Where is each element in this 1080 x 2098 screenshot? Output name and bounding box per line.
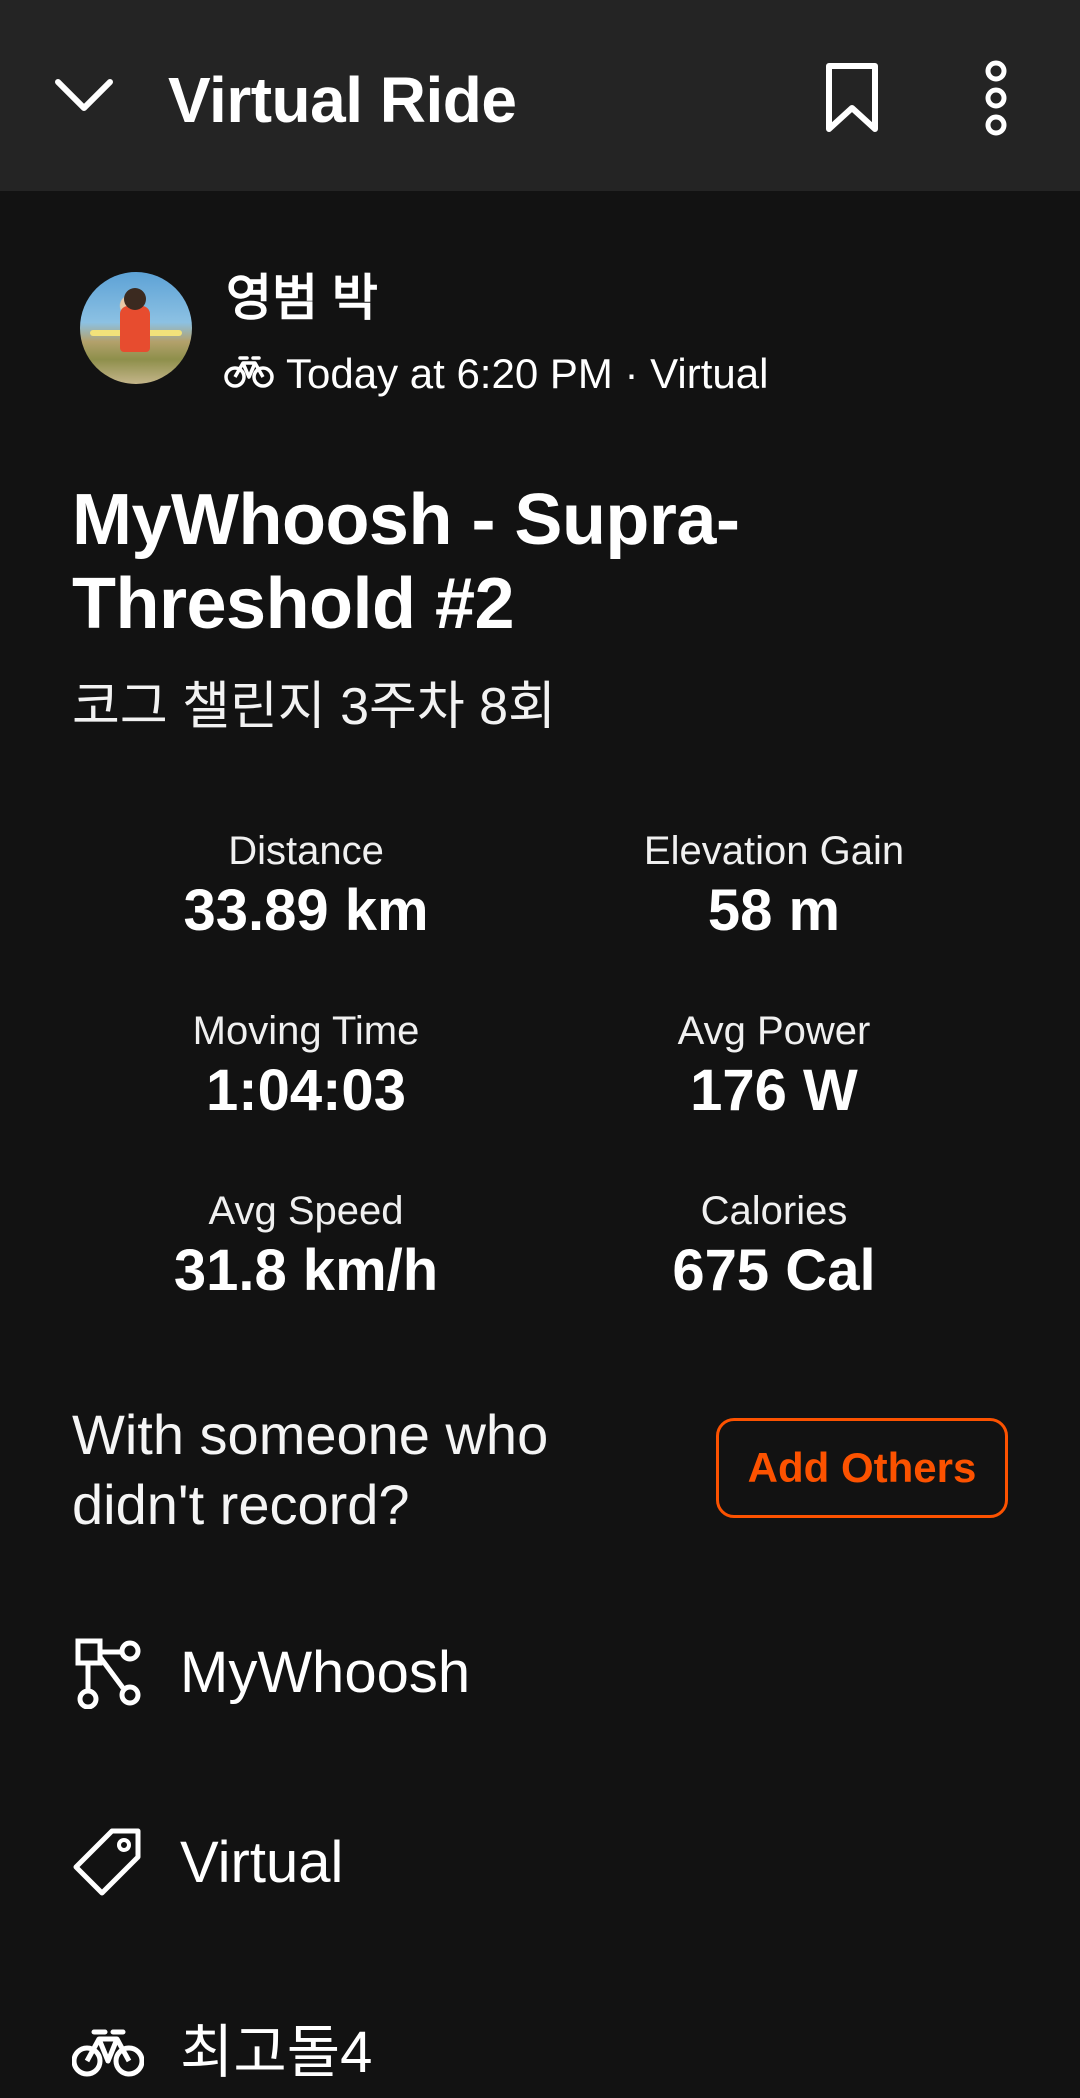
avatar-detail [124, 288, 146, 310]
bookmark-icon[interactable] [812, 56, 892, 140]
detail-item-tag[interactable]: Virtual [72, 1818, 343, 1908]
bike-icon [72, 2017, 144, 2089]
more-vertical-icon[interactable] [956, 56, 1036, 140]
activity-meta-text: Today at 6:20 PM · Virtual [286, 350, 769, 397]
detail-label: Virtual [180, 1830, 344, 1895]
with-others-prompt: With someone who didn't record? [72, 1403, 549, 1536]
chevron-down-icon[interactable] [48, 60, 120, 132]
stat-label: Moving Time [192, 1009, 420, 1053]
stat-label: Elevation Gain [643, 829, 905, 873]
stat-value: 1:04:03 [206, 1058, 406, 1123]
stat-value: 675 Cal [672, 1238, 876, 1303]
activity-meta: Today at 6:20 PM · Virtual [224, 346, 768, 402]
stat-elevation-gain: Elevation Gain 58 m [564, 826, 984, 946]
stat-avg-speed: Avg Speed 31.8 km/h [96, 1186, 516, 1306]
stat-label: Distance [228, 829, 384, 873]
stat-value: 58 m [707, 878, 841, 943]
stat-distance: Distance 33.89 km [96, 826, 516, 946]
stat-moving-time: Moving Time 1:04:03 [96, 1006, 516, 1126]
avatar[interactable] [80, 272, 192, 384]
stat-value: 33.89 km [183, 878, 429, 943]
route-icon [72, 1637, 144, 1709]
detail-item-device[interactable]: MyWhoosh [72, 1628, 470, 1718]
top-app-bar: Virtual Ride [0, 0, 1080, 191]
activity-description: 코그 챌린지 3주차 8회 [72, 678, 556, 736]
stat-avg-power: Avg Power 176 W [564, 1006, 984, 1126]
stat-calories: Calories 675 Cal [564, 1186, 984, 1306]
stat-value: 31.8 km/h [173, 1238, 439, 1303]
page-title: Virtual Ride [168, 64, 517, 136]
activity-title: MyWhoosh - Supra-Threshold #2 [72, 480, 740, 644]
stat-label: Calories [700, 1189, 848, 1233]
stat-label: Avg Power [677, 1009, 871, 1053]
athlete-name[interactable]: 영범 박 [226, 268, 378, 328]
add-others-button[interactable]: Add Others [716, 1418, 1008, 1518]
bike-icon [224, 355, 274, 394]
detail-label: 최고돌4 [180, 2020, 373, 2085]
detail-item-bike[interactable]: 최고돌4 [72, 2008, 372, 2098]
detail-label: MyWhoosh [180, 1640, 471, 1705]
tag-icon [72, 1827, 144, 1899]
stat-value: 176 W [690, 1058, 858, 1123]
stat-label: Avg Speed [208, 1189, 404, 1233]
avatar-detail [120, 306, 150, 352]
